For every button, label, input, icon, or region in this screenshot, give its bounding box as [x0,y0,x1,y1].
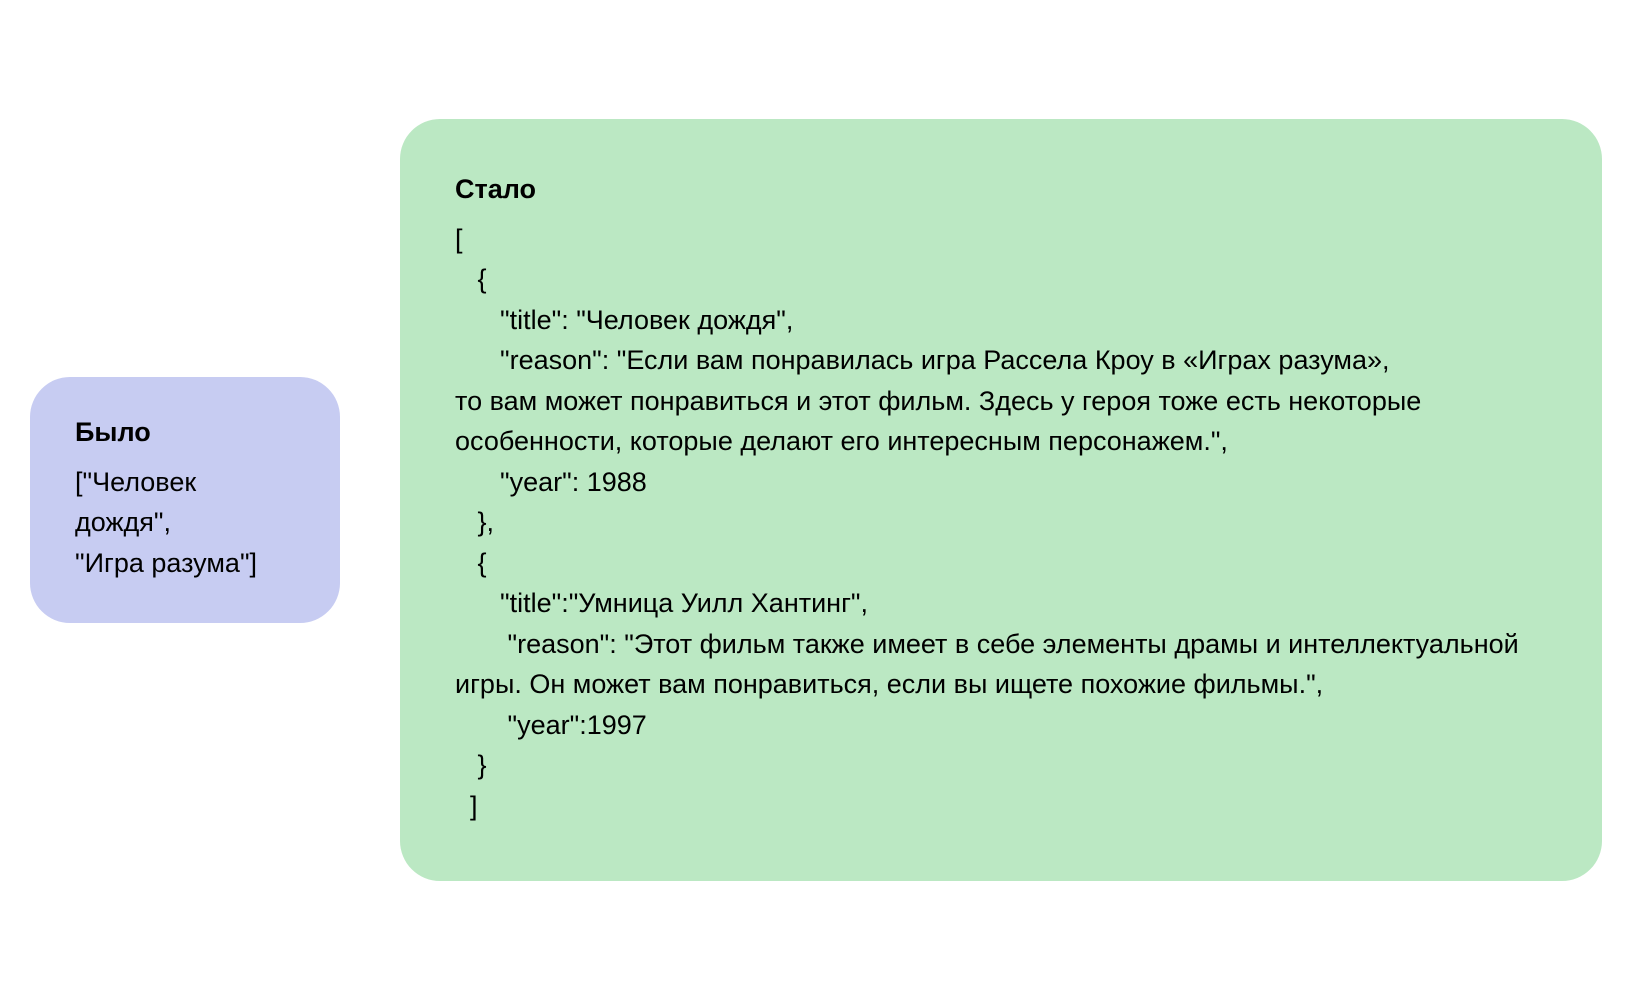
after-card: Стало [ { "title": "Человек дождя", "rea… [400,119,1602,882]
before-content: ["Человек дождя", "Игра разума"] [75,462,295,584]
after-content: [ { "title": "Человек дождя", "reason": … [455,219,1542,827]
after-title: Стало [455,174,1542,205]
before-card: Было ["Человек дождя", "Игра разума"] [30,377,340,624]
before-title: Было [75,417,295,448]
